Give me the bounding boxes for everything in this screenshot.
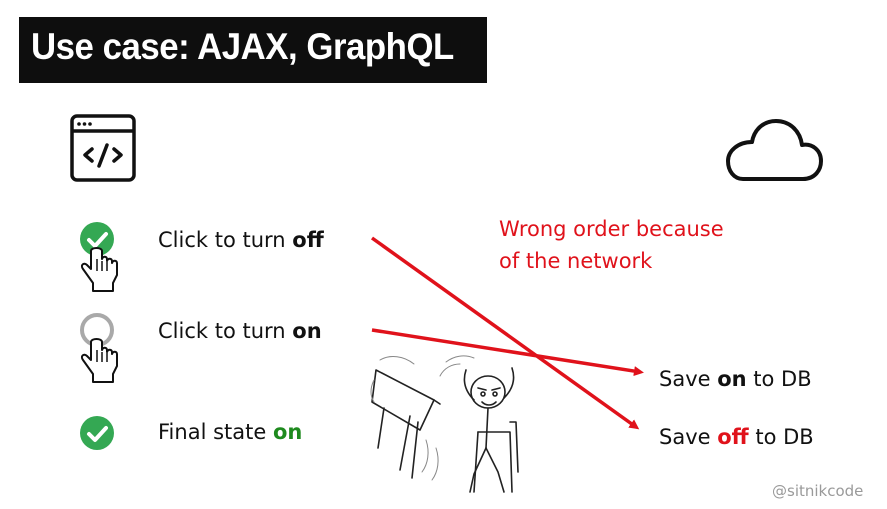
arrow-off-request (370, 236, 640, 430)
arrow-on-request (371, 328, 644, 377)
request-arrows (370, 236, 644, 430)
author-credit: @sitnikcode (772, 482, 864, 500)
